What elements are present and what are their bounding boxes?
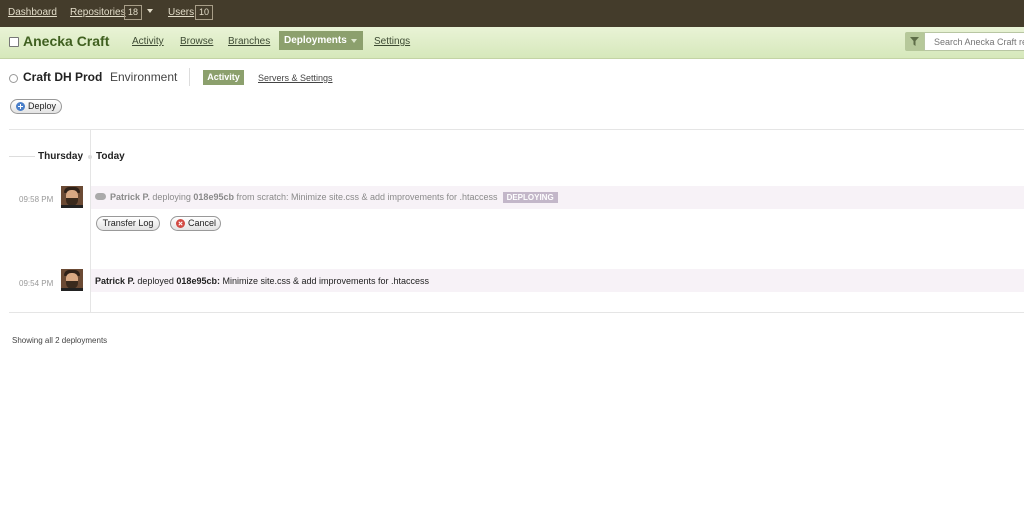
- search-input[interactable]: [924, 32, 1024, 51]
- environment-status-icon: [9, 74, 18, 83]
- tab-branches[interactable]: Branches: [228, 36, 270, 47]
- top-navigation-bar: Dashboard Repositories 18 Users 10: [0, 0, 1024, 27]
- dashboard-link[interactable]: Dashboard: [8, 7, 57, 18]
- cancel-button[interactable]: Cancel: [170, 216, 221, 231]
- chevron-down-icon: [351, 39, 357, 43]
- cancel-icon: [176, 219, 185, 228]
- day-tick: [9, 156, 35, 157]
- tab-browse[interactable]: Browse: [180, 36, 213, 47]
- repositories-dropdown-icon[interactable]: [147, 9, 153, 13]
- filter-button[interactable]: [905, 32, 924, 51]
- plus-circle-icon: [16, 102, 25, 111]
- avatar[interactable]: [61, 186, 83, 208]
- divider: [189, 68, 190, 86]
- day-label: Thursday: [38, 151, 84, 162]
- cloud-icon: [95, 193, 106, 200]
- tab-settings[interactable]: Settings: [374, 36, 410, 47]
- env-tab-activity[interactable]: Activity: [203, 70, 244, 85]
- env-tab-servers-settings[interactable]: Servers & Settings: [258, 73, 333, 83]
- status-badge: DEPLOYING: [502, 192, 558, 203]
- transfer-log-button[interactable]: Transfer Log: [96, 216, 160, 231]
- repository-checkbox-icon: [9, 37, 19, 47]
- filter-icon: [910, 37, 919, 46]
- users-count-badge: 10: [195, 5, 214, 20]
- repositories-link[interactable]: Repositories: [70, 7, 126, 18]
- divider: [9, 129, 1024, 130]
- deploy-button-label: Deploy: [28, 101, 57, 111]
- action-text: deploying: [149, 192, 194, 202]
- entry-time: 09:58 PM: [19, 195, 54, 204]
- entry-time: 09:54 PM: [19, 279, 54, 288]
- user-name[interactable]: Patrick P.: [95, 276, 135, 286]
- commit-hash[interactable]: 018e95cb: [193, 192, 234, 202]
- repository-bar: Anecka Craft Activity Browse Branches De…: [0, 27, 1024, 59]
- commit-message: Minimize site.css & add improvements for…: [219, 276, 430, 286]
- avatar[interactable]: [61, 269, 83, 291]
- commit-hash[interactable]: 018e95cb:: [176, 276, 220, 286]
- repositories-count-badge: 18: [124, 5, 143, 20]
- repository-name: Anecka Craft: [23, 33, 110, 49]
- tab-activity[interactable]: Activity: [132, 36, 164, 47]
- commit-message: from scratch: Minimize site.css & add im…: [233, 192, 498, 202]
- timeline-dot-icon: [88, 155, 92, 159]
- deployments-count-text: Showing all 2 deployments: [12, 336, 108, 345]
- environment-type-label: Environment: [110, 70, 178, 84]
- deploy-button[interactable]: Deploy: [10, 99, 62, 114]
- users-link[interactable]: Users: [168, 7, 194, 18]
- tab-deployments[interactable]: Deployments: [279, 31, 363, 50]
- deployment-message: Patrick P. deployed 018e95cb: Minimize s…: [95, 276, 429, 286]
- divider: [9, 312, 1024, 313]
- environment-name: Craft DH Prod: [23, 70, 103, 84]
- day-relative-label: Today: [96, 151, 125, 162]
- cancel-button-label: Cancel: [188, 218, 217, 228]
- deployment-message: Patrick P. deploying 018e95cb from scrat…: [95, 192, 558, 203]
- user-name[interactable]: Patrick P.: [110, 192, 150, 202]
- tab-deployments-label: Deployments: [284, 35, 347, 46]
- action-text: deployed: [134, 276, 177, 286]
